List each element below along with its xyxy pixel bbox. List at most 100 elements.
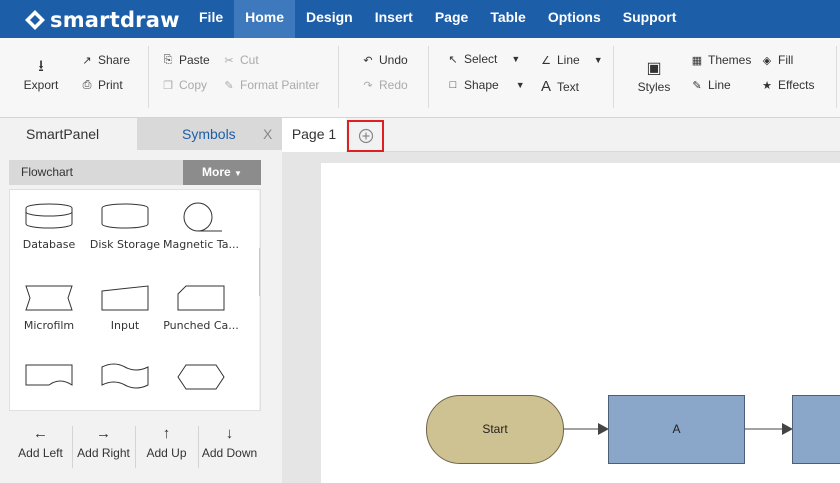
paste-label: Paste: [179, 53, 210, 67]
logo-text: smartdraw: [50, 8, 180, 32]
themes-label: Themes: [708, 53, 752, 67]
ribbon-divider: [148, 46, 149, 108]
fill-icon: ◈: [762, 54, 772, 67]
menu-file[interactable]: File: [188, 0, 234, 38]
undo-button[interactable]: ↶ Undo: [362, 53, 408, 67]
hexagon-icon: [177, 364, 225, 390]
tab-smartpanel[interactable]: SmartPanel: [0, 118, 137, 150]
add-right-button[interactable]: → Add Right: [72, 422, 135, 477]
undo-label: Undo: [379, 53, 408, 67]
add-up-button[interactable]: ↑ Add Up: [135, 422, 198, 477]
undo-icon: ↶: [363, 54, 373, 67]
punched-card-icon: [177, 285, 225, 311]
styles-button[interactable]: ▣ Styles: [634, 58, 674, 94]
logo[interactable]: smartdraw: [24, 8, 180, 32]
add-page-button[interactable]: [347, 120, 384, 152]
fill-button[interactable]: ◈ Fill: [761, 53, 794, 67]
export-label: Export: [23, 78, 59, 92]
themes-button[interactable]: ▦ Themes: [691, 53, 752, 67]
symbol-input[interactable]: Input: [85, 283, 165, 332]
shape-a[interactable]: A: [608, 395, 745, 464]
copy-button[interactable]: ❐ Copy: [162, 78, 207, 92]
add-down-button[interactable]: ↓ Add Down: [198, 422, 261, 477]
paste-button[interactable]: ⎘ Paste: [162, 53, 210, 67]
copy-icon: ❐: [163, 79, 173, 92]
export-button[interactable]: ⭳ Export: [20, 56, 62, 92]
line-style-label: Line: [708, 78, 731, 92]
library-scrollbar[interactable]: [259, 190, 260, 410]
main-menu: File Home Design Insert Page Table Optio…: [188, 0, 687, 38]
symbol-database[interactable]: Database: [10, 202, 89, 251]
paint-brush-icon: ✎: [224, 79, 234, 92]
symbol-document-partial[interactable]: [85, 362, 165, 398]
ribbon-divider: [428, 46, 429, 108]
menu-design[interactable]: Design: [295, 0, 364, 38]
menu-options[interactable]: Options: [537, 0, 612, 38]
drawing-page[interactable]: Start A: [321, 163, 840, 483]
menu-insert[interactable]: Insert: [364, 0, 424, 38]
scrollbar-thumb[interactable]: [259, 248, 260, 296]
library-name: Flowchart: [21, 165, 74, 179]
input-icon: [101, 285, 149, 311]
symbol-punched-tape-partial[interactable]: [10, 362, 89, 398]
shape-start[interactable]: Start: [426, 395, 564, 464]
symbol-microfilm[interactable]: Microfilm: [10, 283, 89, 332]
format-painter-label: Format Painter: [240, 78, 320, 92]
ribbon-divider: [613, 46, 614, 108]
symbol-disk-storage[interactable]: Disk Storage: [85, 202, 165, 251]
symbol-preparation-partial[interactable]: [161, 362, 241, 398]
tab-page-1[interactable]: Page 1: [282, 118, 346, 152]
add-up-label: Add Up: [146, 446, 187, 460]
print-button[interactable]: ⎙ Print: [81, 78, 123, 92]
add-left-button[interactable]: ← Add Left: [9, 422, 72, 477]
add-right-label: Add Right: [77, 446, 130, 460]
microfilm-icon: [25, 285, 73, 311]
more-button[interactable]: More ▼: [183, 160, 261, 185]
add-left-label: Add Left: [18, 446, 63, 460]
page-tabs: Page 1: [282, 118, 840, 152]
paint-bucket-icon: ▣: [646, 60, 662, 77]
menu-support[interactable]: Support: [612, 0, 688, 38]
cut-button[interactable]: ✂ Cut: [223, 53, 258, 67]
arrow-left-icon: ←: [33, 425, 48, 442]
line-button[interactable]: ∠ Line ▼: [540, 53, 603, 67]
arrow-right-icon: →: [96, 425, 111, 442]
redo-button[interactable]: ↷ Redo: [362, 78, 407, 92]
fill-label: Fill: [778, 53, 794, 67]
add-shape-toolbar: ← Add Left → Add Right ↑ Add Up ↓ Add Do…: [9, 422, 261, 477]
punched-tape-icon: [25, 364, 73, 386]
menu-page[interactable]: Page: [424, 0, 479, 38]
star-icon: ★: [762, 79, 772, 92]
symbol-magnetic-tape[interactable]: Magnetic Ta...: [161, 202, 241, 251]
line-style-button[interactable]: ✎ Line: [691, 78, 731, 92]
disk-storage-icon: [101, 203, 149, 229]
symbol-label: Punched Ca...: [163, 319, 239, 332]
text-icon: A: [540, 78, 551, 95]
line-label: Line: [557, 53, 580, 67]
effects-button[interactable]: ★ Effects: [761, 78, 814, 92]
copy-label: Copy: [179, 78, 208, 92]
menu-table[interactable]: Table: [479, 0, 537, 38]
share-button[interactable]: ↗ Share: [81, 53, 130, 67]
symbol-library: Database Disk Storage Magnetic Ta... Mic…: [9, 189, 261, 411]
close-panel-button[interactable]: X: [263, 118, 272, 150]
format-painter-button[interactable]: ✎ Format Painter: [223, 78, 319, 92]
plus-circle-icon: [358, 128, 373, 144]
ribbon-divider: [338, 46, 339, 108]
symbol-label: Input: [110, 319, 140, 332]
line-icon: ∠: [541, 54, 551, 67]
shape-button[interactable]: □ Shape ▼: [447, 78, 525, 92]
symbol-label: Disk Storage: [89, 238, 161, 251]
arrow-up-icon: ↑: [162, 425, 171, 442]
share-icon: ↗: [82, 54, 92, 67]
menu-home[interactable]: Home: [234, 0, 296, 38]
magnetic-tape-icon: [183, 202, 222, 232]
pencil-icon: ✎: [692, 79, 702, 92]
text-button[interactable]: A Text: [540, 78, 579, 95]
shape-b-partial[interactable]: [792, 395, 840, 464]
tab-symbols[interactable]: Symbols: [137, 118, 282, 150]
ribbon-divider: [836, 46, 837, 108]
select-button[interactable]: ↖ Select ▼: [447, 52, 520, 66]
chevron-down-icon: ▼: [515, 80, 525, 90]
symbol-punched-card[interactable]: Punched Ca...: [161, 283, 241, 332]
